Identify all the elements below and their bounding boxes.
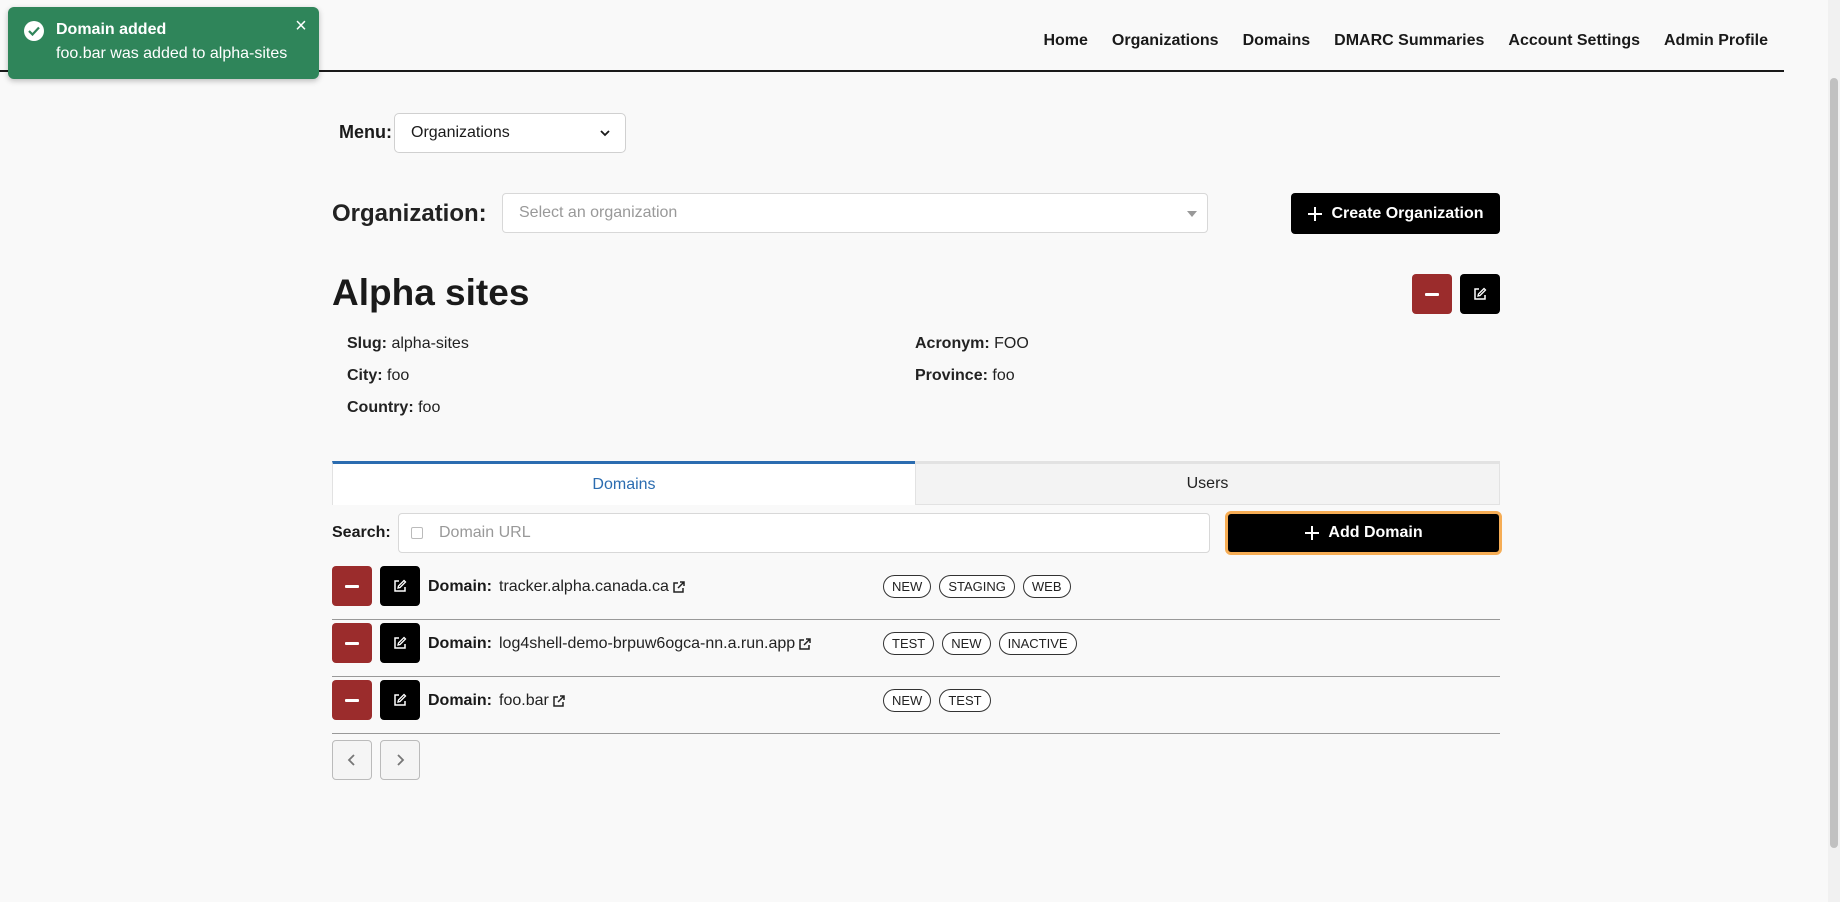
close-icon[interactable]: ×	[291, 16, 311, 37]
tag-badge: NEW	[942, 632, 991, 655]
remove-organization-button[interactable]	[1412, 274, 1452, 314]
tag-badge: INACTIVE	[998, 632, 1077, 655]
detail-province: Province: foo	[915, 367, 1015, 385]
detail-acronym: Acronym: FOO	[915, 335, 1029, 353]
domain-row: Domain: foo.bar NEW TEST	[332, 677, 1500, 734]
tab-domains[interactable]: Domains	[332, 461, 915, 505]
toast-title: Domain added	[56, 21, 167, 38]
domain-tags: NEW STAGING WEB	[883, 575, 1071, 598]
search-placeholder: Domain URL	[439, 524, 531, 541]
province-value: foo	[992, 367, 1015, 384]
tab-users[interactable]: Users	[915, 461, 1500, 505]
edit-icon	[394, 579, 407, 592]
domain-link[interactable]: foo.bar	[499, 692, 566, 710]
edit-domain-button[interactable]	[380, 680, 420, 720]
organization-select-placeholder: Select an organization	[519, 204, 678, 221]
province-label: Province:	[915, 367, 988, 384]
search-label: Search:	[332, 524, 391, 541]
external-link-icon	[553, 695, 565, 707]
domain-tags: NEW TEST	[883, 689, 991, 712]
create-organization-label: Create Organization	[1331, 204, 1484, 222]
domain-row: Domain: tracker.alpha.canada.ca NEW STAG…	[332, 563, 1500, 620]
city-label: City:	[347, 367, 383, 384]
tag-badge: NEW	[883, 689, 932, 712]
slug-value: alpha-sites	[391, 335, 469, 352]
organization-select[interactable]: Select an organization	[502, 193, 1208, 233]
acronym-value: FOO	[994, 335, 1029, 352]
remove-domain-button[interactable]	[332, 623, 372, 663]
minus-icon	[345, 584, 359, 588]
nav-link-organizations[interactable]: Organizations	[1112, 32, 1219, 50]
caret-down-icon	[1187, 211, 1197, 217]
chevron-down-icon	[600, 130, 610, 137]
chevron-right-icon	[397, 754, 405, 766]
nav-link-dmarc-summaries[interactable]: DMARC Summaries	[1334, 32, 1484, 50]
remove-domain-button[interactable]	[332, 680, 372, 720]
plus-icon	[1308, 206, 1323, 221]
domain-label: Domain:	[428, 692, 492, 709]
remove-domain-button[interactable]	[332, 566, 372, 606]
previous-page-button[interactable]	[332, 740, 372, 780]
domain-row: Domain: log4shell-demo-brpuw6ogca-nn.a.r…	[332, 620, 1500, 677]
minus-icon	[1425, 292, 1439, 296]
acronym-label: Acronym:	[915, 335, 990, 352]
create-organization-button[interactable]: Create Organization	[1291, 193, 1500, 234]
add-domain-label: Add Domain	[1328, 524, 1423, 541]
domain-link[interactable]: tracker.alpha.canada.ca	[499, 578, 686, 596]
tag-badge: NEW	[883, 575, 932, 598]
domain-label: Domain:	[428, 635, 492, 652]
check-circle-icon	[24, 21, 44, 41]
city-value: foo	[387, 367, 410, 384]
domain-url: log4shell-demo-brpuw6ogca-nn.a.run.app	[499, 635, 796, 652]
organization-name: Alpha sites	[332, 272, 530, 313]
minus-icon	[345, 641, 359, 645]
menu-label: Menu:	[339, 122, 392, 142]
country-value: foo	[418, 399, 441, 416]
next-page-button[interactable]	[380, 740, 420, 780]
page-scrollbar[interactable]	[1828, 0, 1840, 902]
slug-label: Slug:	[347, 335, 387, 352]
domain-link[interactable]: log4shell-demo-brpuw6ogca-nn.a.run.app	[499, 635, 812, 653]
toast-description: foo.bar was added to alpha-sites	[56, 45, 288, 62]
detail-slug: Slug: alpha-sites	[347, 335, 469, 353]
scrollbar-thumb[interactable]	[1830, 78, 1838, 848]
nav-link-home[interactable]: Home	[1043, 32, 1087, 50]
search-icon	[411, 527, 423, 539]
tag-badge: WEB	[1022, 575, 1071, 598]
nav-link-admin-profile[interactable]: Admin Profile	[1664, 32, 1768, 50]
menu-selected-value: Organizations	[411, 124, 510, 141]
nav-link-account-settings[interactable]: Account Settings	[1508, 32, 1640, 50]
nav-link-domains[interactable]: Domains	[1243, 32, 1311, 50]
external-link-icon	[673, 581, 685, 593]
country-label: Country:	[347, 399, 414, 416]
plus-icon	[1305, 526, 1320, 540]
edit-domain-button[interactable]	[380, 566, 420, 606]
detail-city: City: foo	[347, 367, 409, 385]
edit-icon	[394, 693, 407, 706]
detail-country: Country: foo	[347, 399, 440, 417]
domain-tags: TEST NEW INACTIVE	[883, 632, 1077, 655]
minus-icon	[345, 698, 359, 702]
external-link-icon	[799, 638, 811, 650]
tag-badge: TEST	[939, 689, 991, 712]
domain-url: tracker.alpha.canada.ca	[499, 578, 669, 595]
organization-label: Organization:	[332, 200, 487, 227]
search-input[interactable]: Domain URL	[398, 513, 1210, 553]
domain-label: Domain:	[428, 578, 492, 595]
tag-badge: TEST	[883, 632, 935, 655]
nav-links: Home Organizations Domains DMARC Summari…	[1043, 32, 1768, 50]
chevron-left-icon	[347, 754, 355, 766]
edit-icon	[394, 636, 407, 649]
menu-select[interactable]: Organizations	[394, 113, 626, 153]
add-domain-button[interactable]: Add Domain	[1225, 511, 1502, 555]
toast-notification: Domain added foo.bar was added to alpha-…	[8, 7, 319, 79]
edit-organization-button[interactable]	[1460, 274, 1500, 314]
edit-domain-button[interactable]	[380, 623, 420, 663]
tag-badge: STAGING	[939, 575, 1015, 598]
domain-url: foo.bar	[499, 692, 549, 709]
edit-icon	[1474, 287, 1487, 300]
